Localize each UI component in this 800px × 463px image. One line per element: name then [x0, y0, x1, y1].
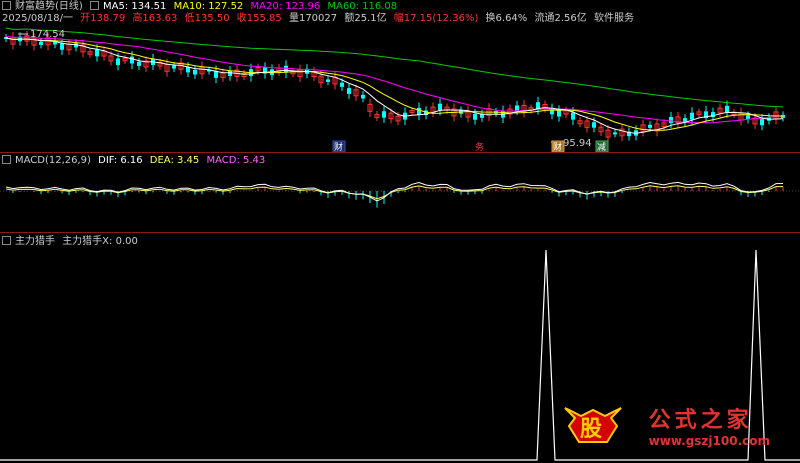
macd-header: MACD(12,26,9) DIF: 6.16 DEA: 3.45 MACD: …	[2, 155, 269, 167]
watermark-logo-char: 股	[580, 417, 602, 442]
candle-body	[613, 132, 617, 135]
watermark-url: www.gszj100.com	[648, 434, 770, 448]
candle-body	[473, 113, 477, 120]
ma20-line	[5, 35, 784, 124]
candle-body	[137, 61, 141, 66]
candle-body	[515, 105, 519, 111]
candle-body	[438, 103, 442, 111]
zl-label[interactable]: 主力猎手	[15, 236, 55, 247]
candle-body	[340, 82, 344, 87]
candle-body	[326, 79, 330, 82]
candle-body	[116, 58, 120, 66]
zl-header: 主力猎手 主力猎手X: 0.00	[2, 236, 142, 248]
watermark-logo-icon: 股	[561, 402, 625, 448]
macd-toggle-icon[interactable]	[2, 155, 11, 164]
candle-body	[557, 110, 561, 117]
low-price-label: 95.94	[563, 138, 592, 149]
zl-value: 主力猎手X: 0.00	[62, 236, 138, 247]
candle-body	[130, 56, 134, 64]
watermark-title: 公式之家	[648, 408, 753, 433]
candle-body	[60, 43, 64, 50]
candle-body	[95, 49, 99, 57]
dea-value: DEA: 3.45	[149, 155, 200, 166]
candle-body	[669, 116, 673, 124]
high-price-label: 174.54	[30, 29, 65, 40]
candle-body	[347, 88, 351, 94]
panel-separator[interactable]	[0, 232, 800, 233]
panel-separator[interactable]	[0, 152, 800, 153]
ma60-line	[5, 27, 784, 108]
candle-body	[571, 112, 575, 120]
macd-label[interactable]: MACD(12,26,9)	[15, 155, 91, 166]
candle-body	[172, 65, 176, 69]
candle-body	[417, 107, 421, 115]
candle-body	[690, 112, 694, 120]
candle-body	[193, 69, 197, 75]
candle-body	[592, 122, 596, 128]
candle-body	[760, 119, 764, 126]
macd-value: MACD: 5.43	[206, 155, 266, 166]
candle-body	[39, 41, 43, 45]
candle-body	[725, 105, 729, 113]
candle-body	[648, 124, 652, 128]
dea-line	[5, 185, 783, 200]
macd-histogram	[12, 185, 784, 208]
candlestick-series	[4, 30, 785, 143]
candle-body	[382, 111, 386, 118]
zl-toggle-icon[interactable]	[2, 236, 11, 245]
watermark: 股 公式之家 www.gszj100.com	[563, 407, 770, 448]
dif-value: DIF: 6.16	[98, 155, 143, 166]
candle-body	[361, 94, 365, 99]
